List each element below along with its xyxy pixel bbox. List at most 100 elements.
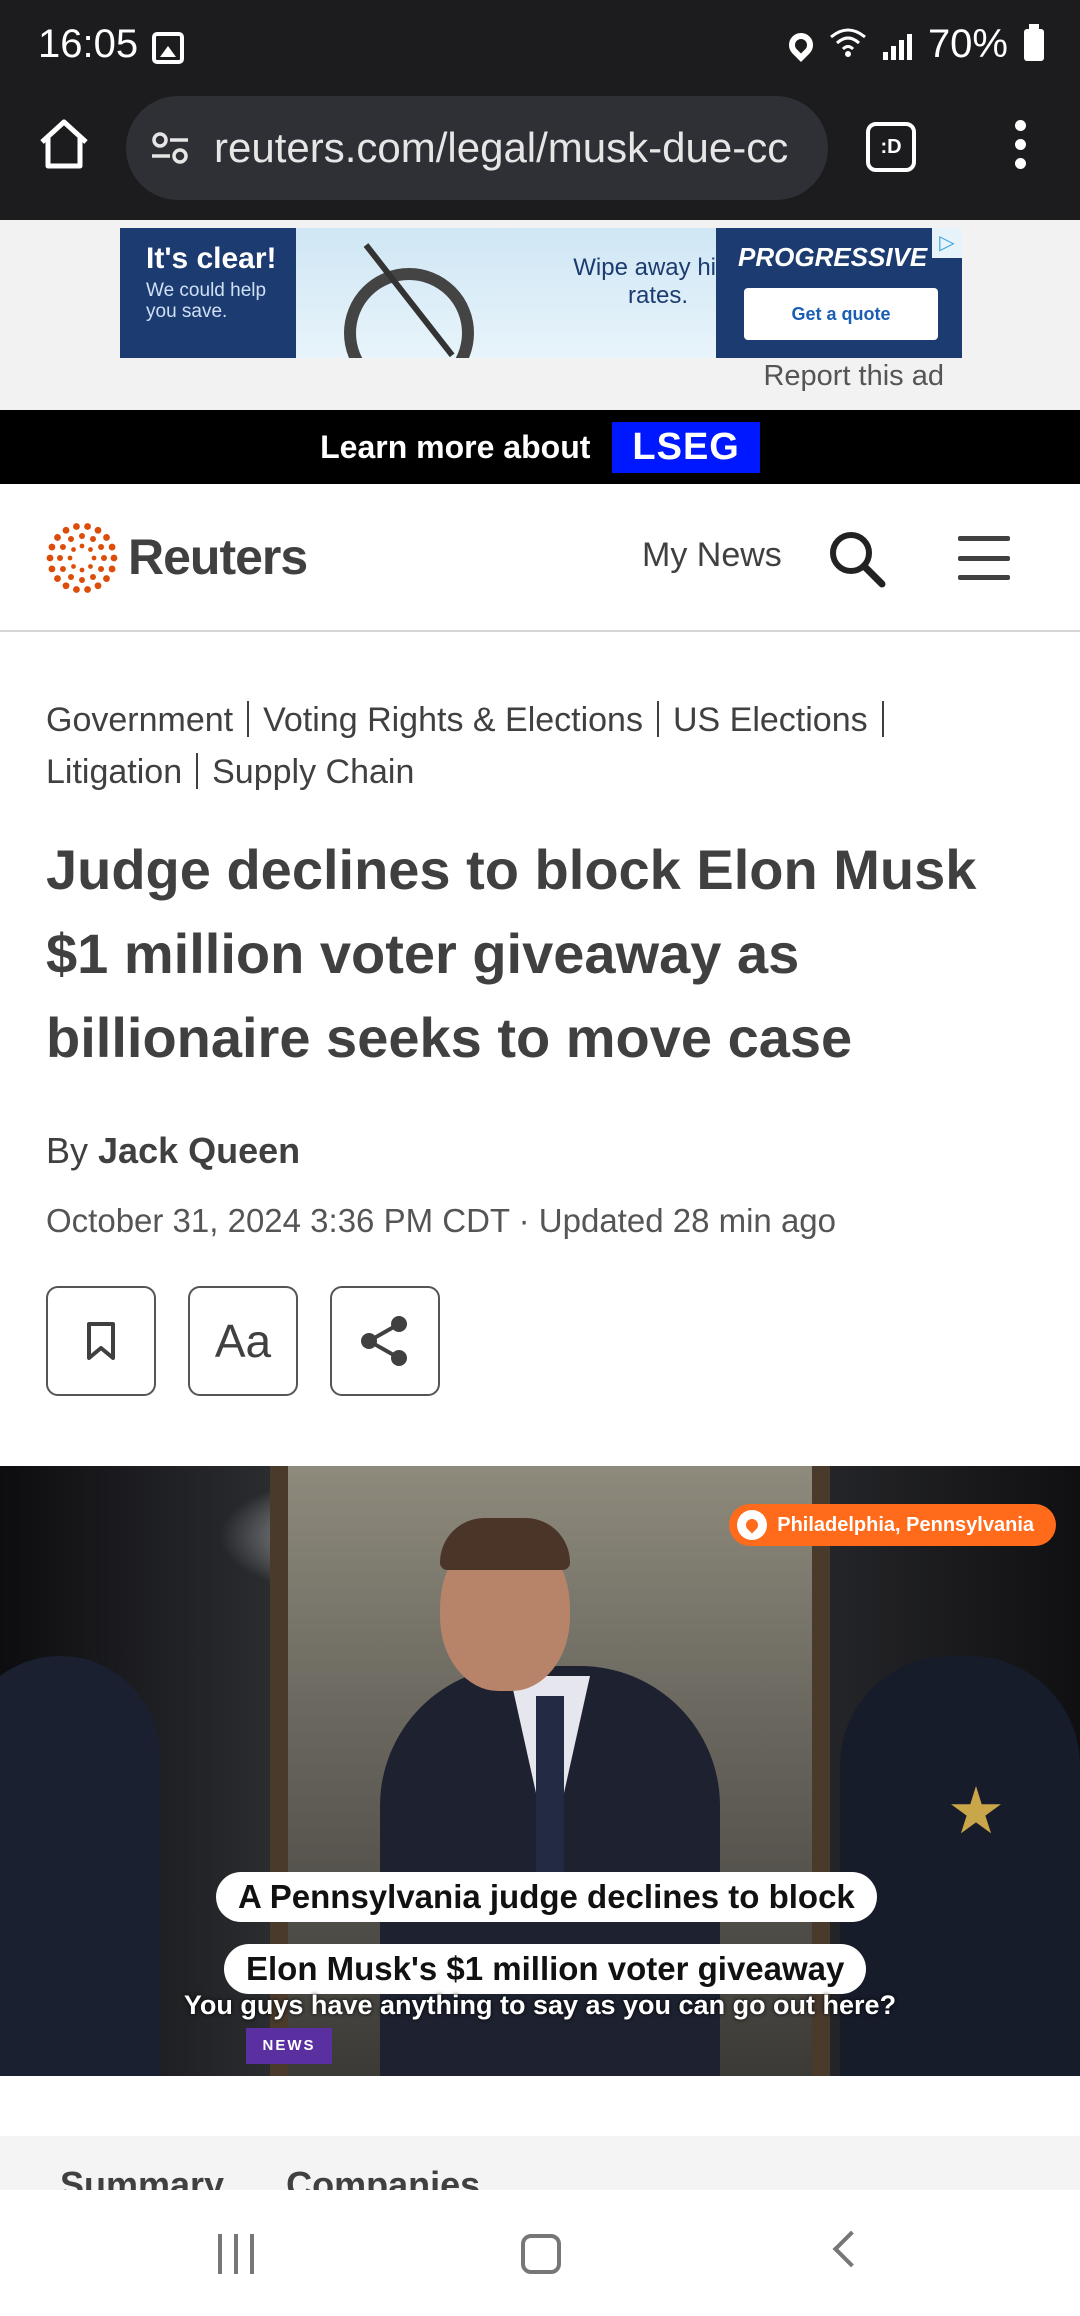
- logo-dot: [48, 565, 56, 573]
- byline: By Jack Queen: [46, 1130, 1046, 1172]
- topic-divider: [247, 701, 250, 738]
- logo-dot: [103, 575, 110, 582]
- logo-dot: [68, 574, 74, 581]
- location-icon: [783, 27, 818, 62]
- logo-dot: [79, 543, 85, 549]
- logo-dot: [48, 543, 56, 551]
- ad-cta-button[interactable]: Get a quote: [744, 288, 938, 340]
- logo-dot: [54, 534, 61, 541]
- status-time: 16:05: [38, 22, 139, 66]
- more-menu-icon[interactable]: [1000, 120, 1040, 180]
- video-caption-line1: A Pennsylvania judge declines to block: [216, 1872, 877, 1922]
- ad-right-panel: PROGRESSIVE Get a quote: [716, 228, 962, 358]
- reuters-logo-text[interactable]: Reuters: [128, 528, 308, 586]
- hamburger-menu-icon[interactable]: [958, 536, 1010, 580]
- video-hair: [440, 1518, 570, 1570]
- topic-litigation[interactable]: Litigation: [46, 753, 182, 791]
- wiper-illustration: [344, 268, 474, 358]
- video-tie: [536, 1696, 564, 1876]
- logo-dot: [98, 566, 105, 572]
- video-caption-line2: Elon Musk's $1 million voter giveaway: [224, 1944, 867, 1994]
- battery-percent: 70%: [927, 22, 1008, 66]
- logo-dot: [79, 577, 85, 583]
- dateline: October 31, 2024 3:36 PM CDT · Updated 2…: [46, 1202, 837, 1239]
- article-headline: Judge declines to block Elon Musk $1 mil…: [46, 838, 977, 1069]
- logo-dot: [71, 564, 76, 569]
- video-location-text: Philadelphia, Pennsylvania: [777, 1513, 1034, 1536]
- lseg-badge: LSEG: [612, 421, 760, 473]
- byline-prefix: By: [46, 1130, 89, 1171]
- topic-divider: [881, 701, 884, 738]
- adchoices-icon[interactable]: ▷: [932, 228, 962, 258]
- tab-switcher-button[interactable]: :D: [866, 122, 916, 172]
- logo-dot: [84, 523, 91, 530]
- ad-title: It's clear!: [146, 242, 277, 275]
- signal-icon: [882, 30, 912, 60]
- share-button[interactable]: [330, 1286, 440, 1396]
- logo-dot: [84, 586, 91, 593]
- article: Government Voting Rights & Elections US El…: [46, 632, 1046, 1396]
- logo-dot: [90, 535, 96, 542]
- browser-toolbar: reuters.com/legal/musk-due-cc :D: [0, 96, 1080, 316]
- location-pin-icon: [737, 1510, 768, 1540]
- logo-dot: [110, 554, 118, 562]
- bookmark-icon: [87, 1322, 115, 1360]
- topic-supply-chain[interactable]: Supply Chain: [212, 753, 414, 791]
- reuters-logo-icon[interactable]: [46, 522, 118, 594]
- video-player[interactable]: Philadelphia, Pennsylvania A Pennsylvani…: [0, 1466, 1080, 2076]
- system-nav-bar: [0, 2190, 1080, 2316]
- ad-brand: PROGRESSIVE: [738, 242, 928, 272]
- ad-middle-panel: Wipe away high rates.: [296, 228, 743, 358]
- status-icons: 70%: [783, 22, 1044, 67]
- topic-us-elections[interactable]: US Elections: [673, 701, 868, 739]
- logo-dot: [71, 547, 76, 552]
- battery-icon: [1024, 23, 1044, 61]
- share-icon: [361, 1316, 407, 1366]
- logo-dot: [73, 586, 80, 593]
- topic-voting-rights[interactable]: Voting Rights & Elections: [263, 701, 643, 739]
- image-icon: [152, 32, 184, 64]
- report-ad-link[interactable]: Report this ad: [763, 360, 944, 393]
- logo-dot: [91, 555, 97, 561]
- my-news-link[interactable]: My News: [642, 536, 782, 575]
- logo-dot: [57, 555, 63, 561]
- ad-left-panel: It's clear! We could help you save.: [120, 228, 296, 358]
- back-nav-icon[interactable]: [832, 2230, 870, 2268]
- logo-dot: [62, 526, 70, 534]
- logo-dot: [79, 533, 85, 539]
- logo-dot: [88, 547, 93, 552]
- logo-dot: [73, 523, 80, 530]
- promo-bar[interactable]: Learn more about LSEG: [0, 410, 1080, 484]
- home-nav-icon[interactable]: [521, 2234, 561, 2274]
- logo-dot: [59, 566, 66, 572]
- logo-dot: [62, 582, 70, 590]
- ad-subtitle: We could help you save.: [146, 280, 267, 322]
- font-size-button[interactable]: Aa: [188, 1286, 298, 1396]
- logo-dot: [103, 534, 110, 541]
- topic-government[interactable]: Government: [46, 701, 233, 739]
- logo-dot: [90, 574, 96, 581]
- video-subtitle: You guys have anything to say as you can…: [183, 1990, 897, 2020]
- author-link[interactable]: Jack Queen: [98, 1130, 300, 1171]
- video-location-tag: Philadelphia, Pennsylvania: [729, 1504, 1056, 1546]
- logo-dot: [54, 575, 61, 582]
- site-header: Reuters My News: [0, 484, 1080, 632]
- address-bar[interactable]: reuters.com/legal/musk-due-cc: [126, 96, 828, 200]
- topic-divider: [196, 753, 199, 790]
- article-actions: Aa: [46, 1286, 1046, 1396]
- promo-text: Learn more about: [320, 428, 591, 465]
- status-bar: 16:05 70%: [0, 0, 1080, 96]
- search-icon[interactable]: [826, 528, 888, 590]
- logo-dot: [108, 565, 116, 573]
- topic-divider: [656, 701, 659, 738]
- logo-dot: [94, 526, 102, 534]
- home-icon[interactable]: [36, 116, 92, 172]
- wifi-icon: [829, 27, 867, 63]
- logo-dot: [98, 544, 105, 550]
- url-text[interactable]: reuters.com/legal/musk-due-cc: [214, 124, 788, 172]
- bookmark-button[interactable]: [46, 1286, 156, 1396]
- microphone-flag: NEWS: [246, 2028, 332, 2064]
- site-settings-icon[interactable]: [150, 128, 190, 168]
- ad-banner[interactable]: It's clear! We could help you save. Wipe…: [120, 228, 962, 358]
- recent-apps-icon[interactable]: [218, 2234, 254, 2274]
